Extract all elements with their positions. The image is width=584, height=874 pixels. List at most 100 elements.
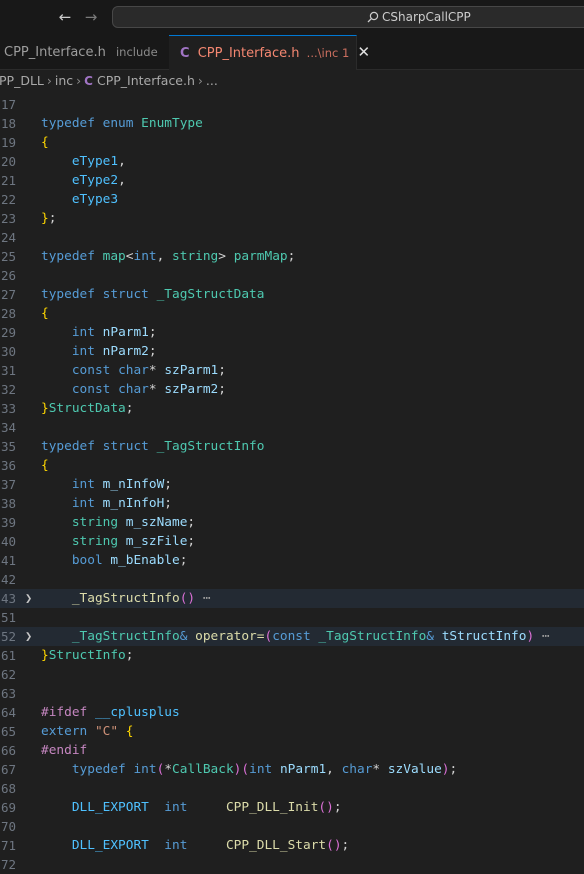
code-line[interactable]: 40 string m_szFile; [0,532,584,551]
breadcrumb-item[interactable]: inc [55,73,73,88]
code-token: CPP_DLL_Start [225,838,327,853]
chevron-right-icon: › [197,73,203,88]
tab-cpp-interface-inc[interactable]: C CPP_Interface.h ...\inc 1 ✕ [169,35,370,70]
code-token: int [164,838,188,853]
forward-arrow-icon[interactable]: → [81,7,101,27]
line-number: 62 [0,667,16,682]
breadcrumb-item[interactable]: PP_DLL [0,73,44,88]
breadcrumb-item[interactable]: CPP_Interface.h [97,73,195,88]
code-line[interactable]: 63 [0,684,584,703]
line-number: 66 [0,743,16,758]
code-token: #endif [41,743,88,758]
fold-chevron-icon[interactable]: ❯ [25,627,32,646]
code-line[interactable]: 29 int nParm1; [0,323,584,342]
line-number: 64 [0,705,16,720]
code-line[interactable]: 17 [0,95,584,114]
code-token: * [372,762,388,777]
code-line[interactable]: 36 { [0,456,584,475]
tab-cpp-interface-include[interactable]: CPP_Interface.h include [0,35,170,70]
code-line[interactable]: 65 extern "C" { [0,722,584,741]
code-line[interactable]: 34 [0,418,584,437]
code-token: * [148,363,165,378]
line-number: 24 [0,230,16,245]
code-token: , [326,762,342,777]
code-line[interactable]: 41 bool m_bEnable; [0,551,584,570]
code-token: DLL_EXPORT [71,838,149,853]
code-line[interactable]: 32 const char* szParm2; [0,380,584,399]
code-line[interactable]: 66 #endif [0,741,584,760]
code-token: StructInfo [48,648,126,663]
line-number: 72 [0,857,16,872]
code-token: ; [148,344,157,359]
code-line[interactable]: 37 int m_nInfoW; [0,475,584,494]
code-token: ; [48,211,57,226]
code-line[interactable]: 19 { [0,133,584,152]
line-number: 51 [0,610,16,625]
code-line[interactable]: 70 [0,817,584,836]
code-line[interactable]: 22 eType3 [0,190,584,209]
code-line[interactable]: 67 typedef int(*CallBack)(int nParm1, ch… [0,760,584,779]
code-line[interactable]: 18 typedef enum EnumType [0,114,584,133]
code-token: CPP_DLL_Init [225,800,319,815]
code-text: const char* szParm1; [41,361,226,380]
code-text: int nParm2; [41,342,157,361]
code-line[interactable]: 72 [0,855,584,874]
code-token: & [426,629,442,644]
code-text: { [41,304,49,323]
code-line[interactable]: 28 { [0,304,584,323]
code-token: ; [218,363,226,378]
code-line[interactable]: 39 string m_szName; [0,513,584,532]
line-number: 22 [0,192,16,207]
code-line[interactable]: 30 int nParm2; [0,342,584,361]
close-icon[interactable]: ✕ [357,43,370,61]
code-text: string m_szName; [41,513,195,532]
code-token: nParm2 [102,344,149,359]
code-line[interactable]: 64 #ifdef __cplusplus [0,703,584,722]
folded-code-line[interactable]: 52 ❯ _TagStructInfo& operator=(const _Tag… [0,627,584,646]
code-line[interactable]: 25 typedef map<int, string> parmMap; [0,247,584,266]
line-number: 27 [0,287,16,302]
code-line[interactable]: 33}StructData; [0,399,584,418]
command-center-search[interactable]: CSharpCallCPP [112,6,584,28]
code-token: ; [125,648,134,663]
code-line[interactable]: 23}; [0,209,584,228]
fold-chevron-icon[interactable]: ❯ [25,589,32,608]
code-token: nParm1 [102,325,149,340]
code-token: { [41,306,49,321]
code-line[interactable]: 26 [0,266,584,285]
tab-label: CPP_Interface.h [4,45,106,60]
code-text: }StructData; [41,399,133,418]
code-editor[interactable]: 17 18 typedef enum EnumType 19{20 eType1, 21… [0,95,584,874]
code-line[interactable]: 62 [0,665,584,684]
code-line[interactable]: 51 [0,608,584,627]
code-line[interactable]: 31 const char* szParm1; [0,361,584,380]
code-line[interactable]: 42 [0,570,584,589]
code-token: ⋯ [534,629,550,644]
code-text: DLL_EXPORT int CPP_DLL_Init(); [41,798,342,817]
folded-code-line[interactable]: 43 ❯ _TagStructInfo() ⋯ [0,589,584,608]
code-text: _TagStructInfo& operator=(const _TagStru… [41,627,550,646]
code-line[interactable]: 20 eType1, [0,152,584,171]
code-line[interactable]: 61}StructInfo; [0,646,584,665]
line-number: 32 [0,382,16,397]
code-token: #ifdef [41,705,95,720]
breadcrumb-item[interactable]: ... [206,73,218,88]
code-line[interactable]: 69 DLL_EXPORT int CPP_DLL_Init(); [0,798,584,817]
code-line[interactable]: 35 typedef struct _TagStructInfo [0,437,584,456]
title-bar: ← → CSharpCallCPP [0,0,584,35]
code-line[interactable]: 24 [0,228,584,247]
code-line[interactable]: 71 DLL_EXPORT int CPP_DLL_Start(); [0,836,584,855]
code-token: ; [333,800,342,815]
code-line[interactable]: 27 typedef struct _TagStructData [0,285,584,304]
code-line[interactable]: 21 eType2, [0,171,584,190]
code-token: map [102,249,126,264]
code-line[interactable]: 38 int m_nInfoH; [0,494,584,513]
line-number: 42 [0,572,16,587]
code-token: m_nInfoH [102,496,165,511]
code-line[interactable]: 68 [0,779,584,798]
line-number: 17 [0,97,16,112]
back-arrow-icon[interactable]: ← [55,7,75,27]
code-token: { [41,135,49,150]
